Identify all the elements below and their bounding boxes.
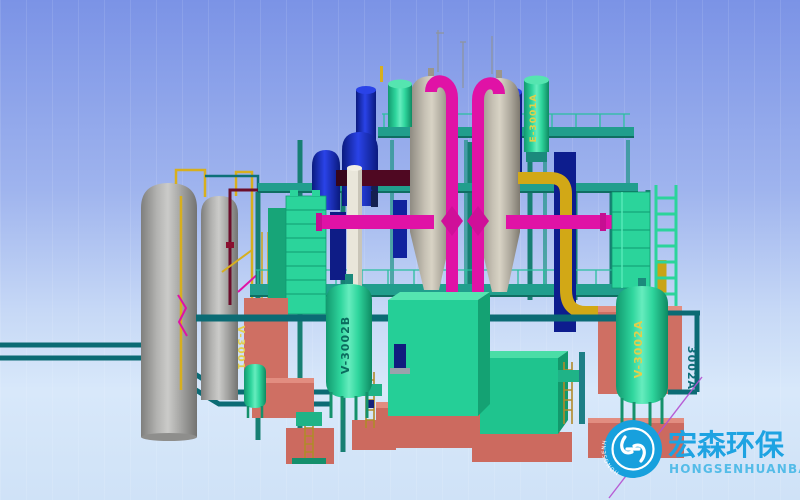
tank-base-shadow (141, 433, 197, 441)
plant-3d-render-view: E-3001A (0, 0, 800, 500)
brand-name-cn: 宏森环保 (668, 428, 785, 462)
magenta-flange-right (600, 213, 606, 231)
magenta-flange-left (316, 213, 322, 231)
plinth-box2 (472, 432, 572, 462)
equipment-tag-v3002b: V-3002B (339, 316, 352, 374)
equipment-tag-3002a-dim: 3002A (685, 346, 698, 390)
maroon-valve (226, 242, 234, 248)
equipment-tag-e3001a: E-3001A (529, 94, 539, 143)
storage-tank-small (201, 196, 238, 400)
column-nozzle (428, 68, 434, 76)
column-nozzle-2 (496, 70, 502, 78)
equipment-tag-v3001: V-3001 (235, 326, 246, 371)
gray-column-1 (410, 76, 452, 290)
plant-3d-scene: E-3001A (0, 0, 800, 500)
green-cylinder-left (388, 84, 412, 127)
exchanger-pedestal (526, 152, 547, 162)
plate-heat-exchanger-left (268, 190, 326, 314)
storage-tank-large (141, 183, 197, 437)
worker-figure (371, 185, 378, 208)
equipment-tag-v3002a: V-3002A (632, 320, 645, 378)
brand-name-en: HONGSENHUANBAO (669, 462, 800, 476)
box-tank-2 (480, 351, 568, 434)
yellow-vent-detail (380, 66, 383, 82)
